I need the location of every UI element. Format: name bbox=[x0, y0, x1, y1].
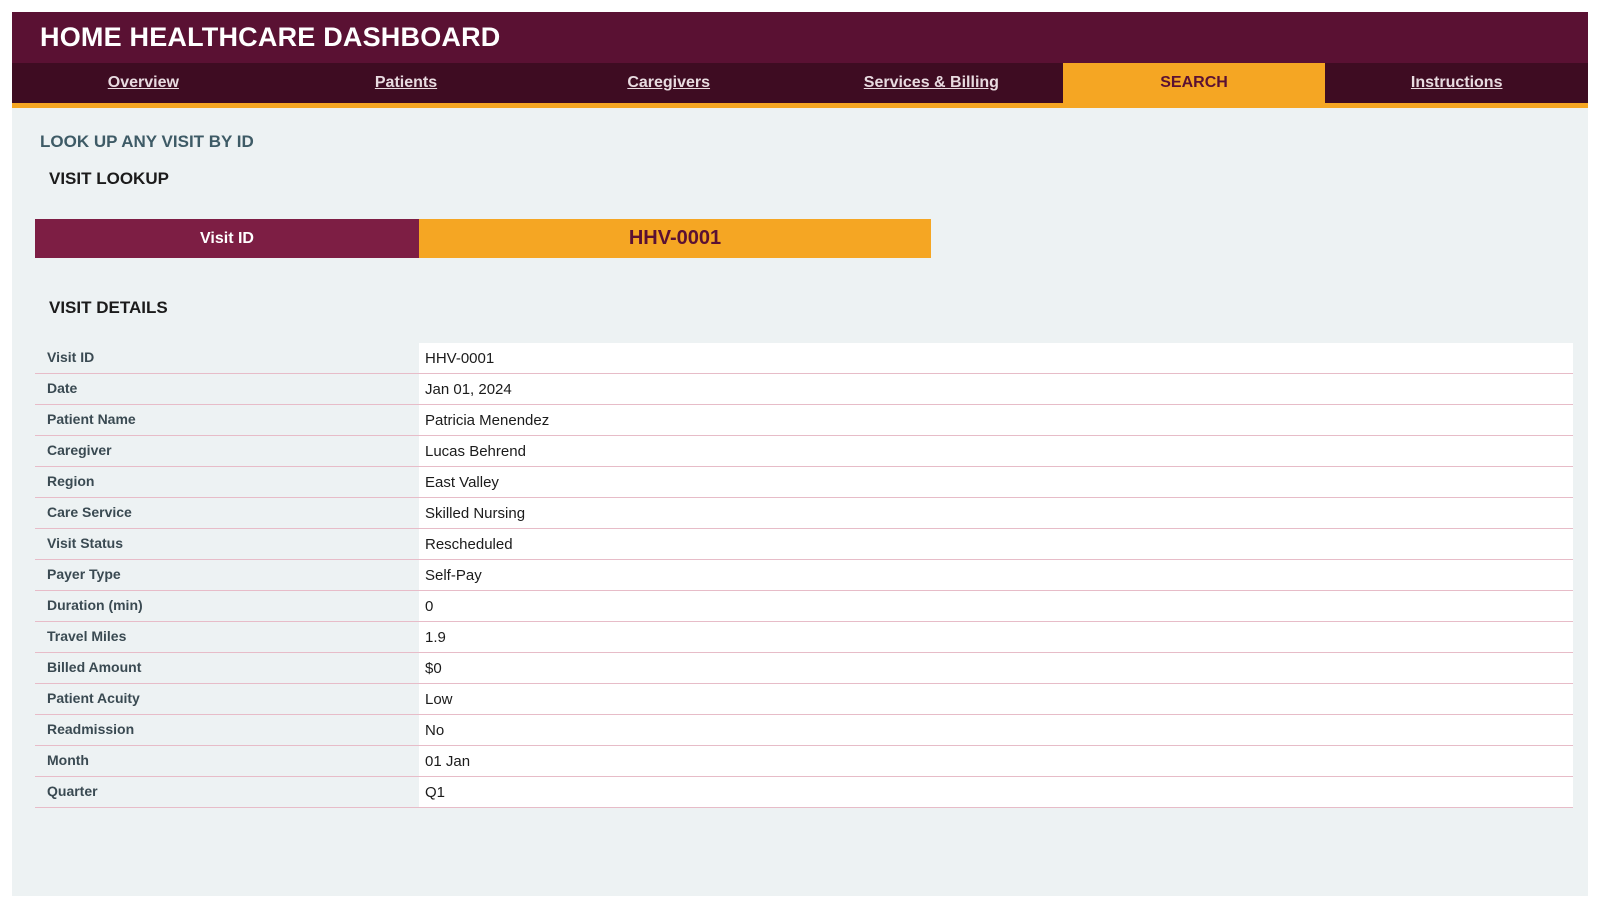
detail-row-duration: Duration (min) 0 bbox=[35, 591, 1573, 622]
visit-id-label: Visit ID bbox=[35, 219, 419, 258]
detail-label: Visit ID bbox=[47, 349, 95, 365]
detail-row-billed-amount: Billed Amount $0 bbox=[35, 653, 1573, 684]
detail-row-care-service: Care Service Skilled Nursing bbox=[35, 498, 1573, 529]
detail-label: Billed Amount bbox=[47, 659, 142, 675]
detail-label: Caregiver bbox=[47, 442, 112, 458]
detail-value: Rescheduled bbox=[419, 529, 1573, 559]
detail-label: Travel Miles bbox=[47, 628, 127, 644]
details-heading: VISIT DETAILS bbox=[49, 298, 168, 317]
dashboard-title: HOME HEALTHCARE DASHBOARD bbox=[40, 22, 501, 52]
detail-row-date: Date Jan 01, 2024 bbox=[35, 374, 1573, 405]
detail-label: Date bbox=[47, 380, 78, 396]
detail-value: Low bbox=[419, 684, 1573, 714]
detail-label: Patient Name bbox=[47, 411, 136, 427]
visit-lookup-row: Visit ID HHV-0001 bbox=[35, 219, 931, 258]
detail-value: 01 Jan bbox=[419, 746, 1573, 776]
detail-value: Lucas Behrend bbox=[419, 436, 1573, 466]
tab-caregivers[interactable]: Caregivers bbox=[537, 63, 800, 103]
detail-row-patient-name: Patient Name Patricia Menendez bbox=[35, 405, 1573, 436]
page-heading: LOOK UP ANY VISIT BY ID bbox=[40, 132, 254, 151]
detail-label: Payer Type bbox=[47, 566, 121, 582]
detail-value: 0 bbox=[419, 591, 1573, 621]
detail-row-month: Month 01 Jan bbox=[35, 746, 1573, 777]
detail-value: East Valley bbox=[419, 467, 1573, 497]
detail-value: Q1 bbox=[419, 777, 1573, 807]
visit-id-input[interactable]: HHV-0001 bbox=[419, 219, 931, 258]
tab-patients[interactable]: Patients bbox=[275, 63, 538, 103]
dashboard-header: HOME HEALTHCARE DASHBOARD bbox=[12, 12, 1588, 63]
detail-value: Skilled Nursing bbox=[419, 498, 1573, 528]
detail-row-region: Region East Valley bbox=[35, 467, 1573, 498]
detail-label: Region bbox=[47, 473, 95, 489]
detail-row-travel-miles: Travel Miles 1.9 bbox=[35, 622, 1573, 653]
detail-label: Quarter bbox=[47, 783, 98, 799]
detail-label: Month bbox=[47, 752, 89, 768]
detail-value: Self-Pay bbox=[419, 560, 1573, 590]
tab-search[interactable]: SEARCH bbox=[1062, 63, 1326, 103]
tab-bar: Overview Patients Caregivers Services & … bbox=[12, 63, 1588, 108]
visit-details-table: Visit ID HHV-0001 Date Jan 01, 2024 Pati… bbox=[35, 343, 1573, 808]
detail-row-readmission: Readmission No bbox=[35, 715, 1573, 746]
detail-value: Jan 01, 2024 bbox=[419, 374, 1573, 404]
detail-row-caregiver: Caregiver Lucas Behrend bbox=[35, 436, 1573, 467]
lookup-heading: VISIT LOOKUP bbox=[49, 169, 169, 188]
detail-row-payer-type: Payer Type Self-Pay bbox=[35, 560, 1573, 591]
detail-value: Patricia Menendez bbox=[419, 405, 1573, 435]
tab-instructions[interactable]: Instructions bbox=[1325, 63, 1588, 103]
detail-label: Readmission bbox=[47, 721, 135, 737]
detail-label: Visit Status bbox=[47, 535, 123, 551]
detail-row-patient-acuity: Patient Acuity Low bbox=[35, 684, 1573, 715]
dashboard-frame: HOME HEALTHCARE DASHBOARD Overview Patie… bbox=[12, 12, 1588, 896]
detail-value: HHV-0001 bbox=[419, 343, 1573, 373]
tab-overview[interactable]: Overview bbox=[12, 63, 275, 103]
detail-value: 1.9 bbox=[419, 622, 1573, 652]
detail-label: Care Service bbox=[47, 504, 132, 520]
tab-services-billing[interactable]: Services & Billing bbox=[800, 63, 1063, 103]
detail-row-quarter: Quarter Q1 bbox=[35, 777, 1573, 808]
detail-row-visit-id: Visit ID HHV-0001 bbox=[35, 343, 1573, 374]
detail-value: $0 bbox=[419, 653, 1573, 683]
detail-row-visit-status: Visit Status Rescheduled bbox=[35, 529, 1573, 560]
detail-value: No bbox=[419, 715, 1573, 745]
detail-label: Duration (min) bbox=[47, 597, 143, 613]
detail-label: Patient Acuity bbox=[47, 690, 140, 706]
